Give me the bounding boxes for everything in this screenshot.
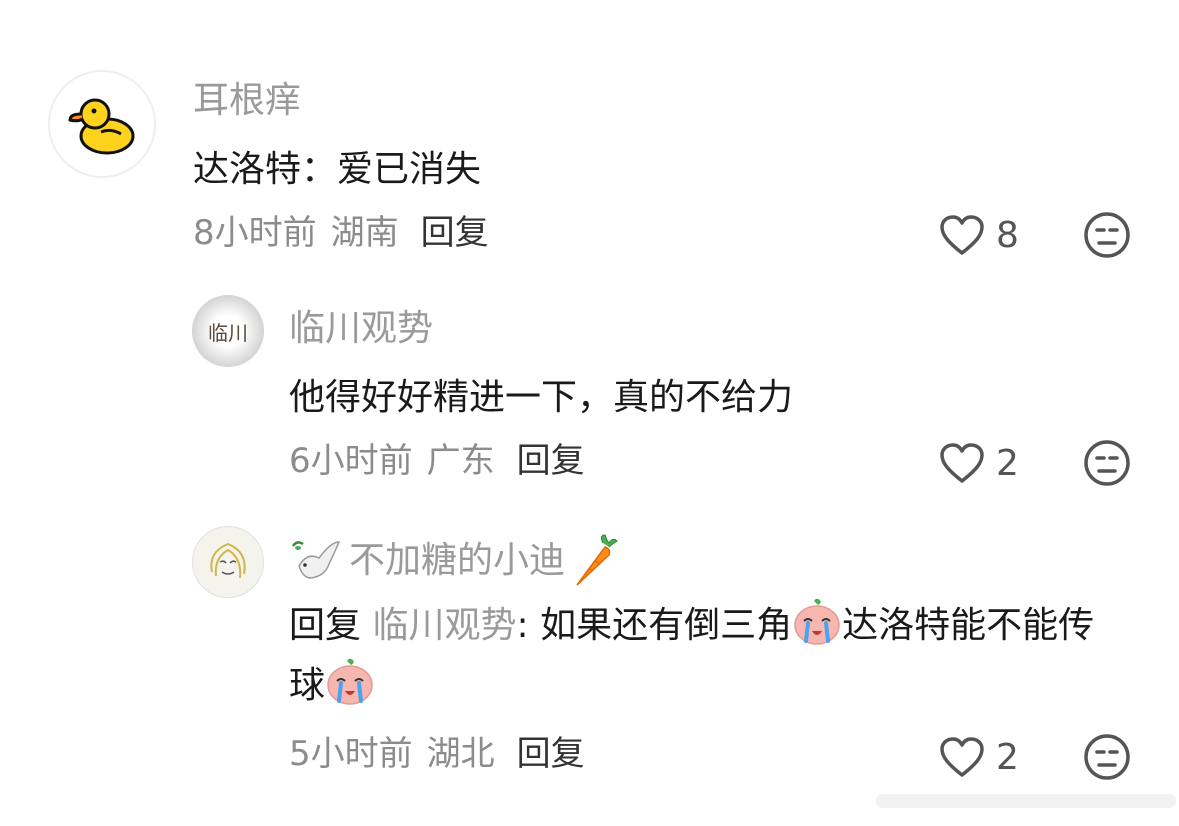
avatar[interactable]: 临川: [192, 295, 264, 367]
reply-mention-link[interactable]: 临川观势: [372, 605, 516, 646]
sketch-avatar-icon: [210, 542, 246, 579]
heart-outline-icon: [940, 443, 984, 483]
dove-emoji-icon: [291, 541, 341, 579]
reply-button[interactable]: 回复: [421, 213, 489, 253]
like-button[interactable]: 8: [938, 211, 1019, 259]
avatar-text: 临川: [208, 320, 248, 345]
comment-location: 广东: [426, 441, 495, 481]
comment-location: 湖北: [426, 734, 495, 774]
meh-face-icon[interactable]: [1083, 733, 1131, 781]
reply-button[interactable]: 回复: [517, 441, 585, 481]
comment-time: 6小时前: [289, 441, 413, 481]
comment-username-text: 不加糖的小迪: [349, 540, 566, 581]
crying-face-emoji-icon: [794, 598, 840, 645]
comment-location: 湖南: [330, 213, 399, 253]
reply-prefix: 回复: [289, 605, 362, 646]
avatar[interactable]: [48, 70, 156, 178]
duck-avatar-icon: [68, 98, 135, 155]
like-count: 8: [996, 214, 1019, 256]
reply-button[interactable]: 回复: [517, 734, 585, 774]
comment-meta: 6小时前 广东 回复: [289, 439, 585, 483]
meh-face-icon[interactable]: [1083, 211, 1131, 259]
reply-colon: :: [516, 605, 541, 646]
watermark: [876, 794, 1176, 808]
avatar[interactable]: [192, 526, 264, 598]
meh-face-icon[interactable]: [1083, 439, 1131, 487]
comment-text: 他得好好精进一下，真的不给力: [289, 377, 794, 418]
comment-time: 8小时前: [193, 213, 317, 253]
comment-text-part1: 如果还有倒三角: [540, 605, 793, 646]
heart-outline-icon: [940, 215, 984, 255]
like-count: 2: [996, 736, 1019, 778]
comment-username[interactable]: 耳根痒: [193, 79, 301, 123]
crying-face-emoji-icon: [327, 658, 373, 705]
heart-outline-icon: [940, 737, 984, 777]
comment-text: 回复 临川观势: 如果还有倒三角 达洛特能不能传球: [289, 596, 1129, 716]
like-button[interactable]: 2: [938, 439, 1019, 487]
comment-meta: 8小时前 湖南 回复: [193, 211, 489, 255]
comment-time: 5小时前: [289, 734, 413, 774]
comment-username[interactable]: 临川观势: [289, 307, 433, 351]
carrot-emoji-icon: [576, 534, 618, 586]
like-count: 2: [996, 442, 1019, 484]
comment-meta: 5小时前 湖北 回复: [289, 732, 585, 776]
comment-username[interactable]: 不加糖的小迪: [289, 533, 619, 589]
comment-text: 达洛特：爱已消失: [193, 149, 482, 190]
like-button[interactable]: 2: [938, 733, 1019, 781]
